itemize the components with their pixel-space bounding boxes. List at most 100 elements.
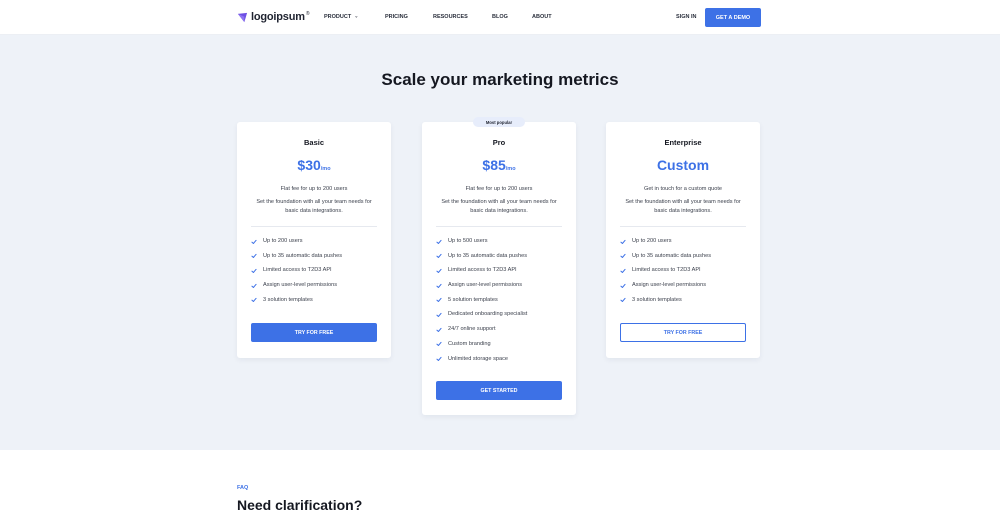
- price-amount: $85: [482, 157, 506, 173]
- feature-text: Assign user-level permissions: [263, 282, 337, 289]
- faq-title: Need clarification?: [237, 497, 363, 513]
- feature-text: Up to 500 users: [448, 238, 488, 244]
- feature-item: Assign user-level permissions: [251, 282, 342, 297]
- feature-text: Up to 35 automatic data pushes: [632, 252, 711, 259]
- check-icon: [436, 254, 442, 259]
- feature-item: 24/7 online support: [436, 326, 527, 341]
- check-icon: [436, 312, 442, 317]
- nav-product[interactable]: PRODUCT ⌄: [324, 13, 359, 21]
- feature-item: Up to 35 automatic data pushes: [620, 253, 711, 268]
- nav-resources[interactable]: RESOURCES: [433, 14, 468, 20]
- feature-list: Up to 200 users Up to 35 automatic data p…: [251, 238, 342, 311]
- feature-item: Limited access to T2D3 API: [251, 267, 342, 282]
- plan-price: $30/mo: [237, 157, 391, 175]
- price-period: /mo: [505, 166, 516, 172]
- check-icon: [620, 254, 626, 259]
- feature-text: Custom branding: [448, 340, 491, 347]
- logo[interactable]: logoipsum ®: [237, 11, 310, 23]
- feature-text: 5 solution templates: [448, 296, 498, 303]
- price-amount: Custom: [656, 157, 710, 173]
- check-icon: [251, 239, 257, 244]
- nav-about[interactable]: ABOUT: [532, 14, 552, 20]
- check-icon: [436, 268, 442, 273]
- feature-item: Unlimited storage space: [436, 356, 527, 371]
- feature-item: Up to 35 automatic data pushes: [436, 253, 527, 268]
- plan-name: Enterprise: [664, 138, 702, 147]
- check-icon: [436, 239, 442, 244]
- check-icon: [620, 283, 626, 288]
- most-popular-badge: Most popular: [473, 117, 525, 127]
- page-title: Scale your marketing metrics: [381, 70, 619, 89]
- divider: [251, 226, 377, 227]
- plan-name: Pro: [492, 138, 506, 147]
- plan-price: $85/mo: [422, 157, 576, 175]
- plan-card-pro: Pro $85/mo Flat fee for up to 200 users …: [422, 122, 576, 415]
- feature-item: Limited access to T2D3 API: [436, 267, 527, 282]
- check-icon: [620, 268, 626, 273]
- plan-card-enterprise: Enterprise Custom Get in touch for a cus…: [606, 122, 760, 358]
- price-period: /mo: [320, 166, 331, 172]
- feature-item: Limited access to T2D3 API: [620, 267, 711, 282]
- feature-list: Up to 200 users Up to 35 automatic data p…: [620, 238, 711, 311]
- feature-item: Up to 500 users: [436, 238, 527, 253]
- plan-description: Set the foundation with all your team ne…: [625, 199, 741, 214]
- check-icon: [251, 283, 257, 288]
- faq-label: FAQ: [237, 485, 249, 491]
- check-icon: [436, 283, 442, 288]
- plan-description: Set the foundation with all your team ne…: [256, 199, 372, 214]
- check-icon: [251, 254, 257, 259]
- check-icon: [251, 298, 257, 303]
- plan-tagline: Flat fee for up to 200 users: [465, 186, 533, 192]
- feature-item: Up to 200 users: [251, 238, 342, 253]
- plan-name: Basic: [303, 138, 324, 147]
- divider: [436, 226, 562, 227]
- feature-item: 5 solution templates: [436, 297, 527, 312]
- chevron-down-icon: ⌄: [354, 13, 359, 20]
- feature-text: 3 solution templates: [632, 296, 682, 303]
- feature-text: Assign user-level permissions: [632, 282, 706, 289]
- plan-tagline: Flat fee for up to 200 users: [280, 186, 348, 192]
- check-icon: [620, 239, 626, 244]
- check-icon: [620, 298, 626, 303]
- divider: [620, 226, 746, 227]
- get-a-demo-button[interactable]: GET A DEMO: [705, 8, 761, 27]
- feature-text: Limited access to T2D3 API: [448, 267, 517, 274]
- get-started-button[interactable]: GET STARTED: [436, 381, 562, 400]
- feature-text: Assign user-level permissions: [448, 282, 522, 289]
- plan-card-basic: Basic $30/mo Flat fee for up to 200 user…: [237, 122, 391, 358]
- try-for-free-button[interactable]: TRY FOR FREE: [620, 323, 746, 342]
- check-icon: [436, 342, 442, 347]
- sign-in-link[interactable]: SIGN IN: [676, 14, 696, 20]
- feature-text: Dedicated onboarding specialist: [448, 311, 528, 318]
- check-icon: [436, 356, 442, 361]
- try-for-free-button[interactable]: TRY FOR FREE: [251, 323, 377, 342]
- feature-text: Up to 200 users: [632, 238, 672, 244]
- nav-pricing[interactable]: PRICING: [385, 14, 408, 20]
- logo-text: logoipsum: [251, 11, 305, 23]
- top-navbar: logoipsum ® PRODUCT ⌄ PRICING RESOURCES BL…: [0, 0, 1000, 35]
- feature-text: Up to 200 users: [263, 238, 303, 244]
- feature-item: Assign user-level permissions: [436, 282, 527, 297]
- feature-item: Assign user-level permissions: [620, 282, 711, 297]
- logo-icon: [237, 12, 248, 22]
- logo-trademark: ®: [305, 11, 310, 17]
- feature-text: 3 solution templates: [263, 296, 313, 303]
- nav-product-label: PRODUCT: [324, 14, 352, 20]
- feature-item: Dedicated onboarding specialist: [436, 311, 527, 326]
- feature-text: Limited access to T2D3 API: [263, 267, 332, 274]
- feature-item: Up to 35 automatic data pushes: [251, 253, 342, 268]
- check-icon: [436, 298, 442, 303]
- plan-tagline: Get in touch for a custom quote: [643, 186, 723, 192]
- feature-list: Up to 500 users Up to 35 automatic data p…: [436, 238, 527, 370]
- check-icon: [436, 327, 442, 332]
- feature-item: 3 solution templates: [620, 297, 711, 312]
- feature-text: Unlimited storage space: [448, 355, 509, 362]
- plan-price: Custom: [606, 157, 760, 175]
- nav-blog[interactable]: BLOG: [492, 14, 508, 20]
- feature-text: 24/7 online support: [448, 326, 496, 333]
- check-icon: [251, 268, 257, 273]
- feature-item: Up to 200 users: [620, 238, 711, 253]
- price-amount: $30: [297, 157, 321, 173]
- feature-item: 3 solution templates: [251, 297, 342, 312]
- feature-text: Limited access to T2D3 API: [632, 267, 701, 274]
